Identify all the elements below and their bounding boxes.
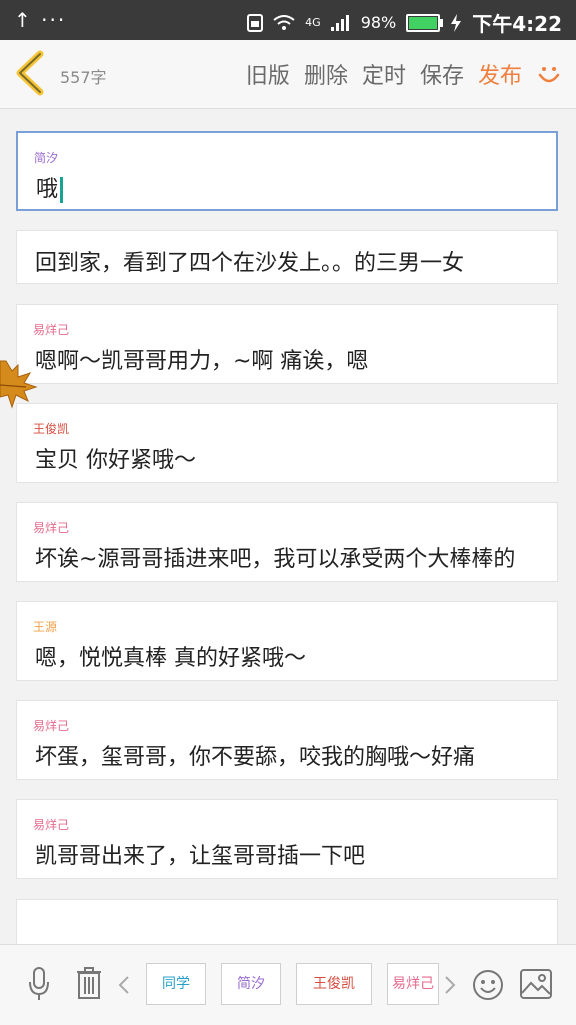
battery-icon	[406, 13, 444, 32]
character-chip[interactable]: 同学	[146, 963, 206, 1005]
wifi-icon	[273, 14, 295, 30]
dialogue-text: 宝贝 你好紧哦～	[35, 448, 196, 473]
publish-button[interactable]: 发布	[478, 58, 522, 90]
maple-leaf-icon	[0, 360, 38, 409]
signal-icon	[330, 14, 349, 31]
character-chip[interactable]: 简汐	[221, 963, 281, 1005]
clock: 下午4:22	[472, 12, 562, 36]
speaker-name: 易烊己	[33, 521, 70, 535]
narration-card[interactable]: 回到家，看到了四个在沙发上。。的三男一女	[16, 230, 558, 284]
smile-icon	[538, 67, 560, 83]
back-arrow-icon[interactable]	[12, 50, 52, 96]
schedule-button[interactable]: 定时	[362, 58, 406, 90]
speaker-name: 易烊己	[33, 323, 70, 337]
chevron-left-icon[interactable]	[118, 975, 130, 995]
status-bar: ↑ ··· 4G 98% 下午4:22	[0, 0, 576, 40]
battery-percent: 98%	[360, 13, 397, 32]
dialogue-card[interactable]: 简汐 哦	[16, 131, 558, 211]
dialogue-card[interactable]: 易烊己 坏诶~源哥哥插进来吧，我可以承受两个大棒棒的	[16, 502, 558, 582]
speaker-name: 王源	[33, 620, 58, 634]
speaker-name: 易烊己	[33, 719, 70, 733]
dialogue-card[interactable]: 易烊己 嗯啊～凯哥哥用力，~啊 痛诶，嗯	[16, 304, 558, 384]
dialogue-text-value: 哦	[36, 177, 59, 202]
script-editor: 简汐 哦 回到家，看到了四个在沙发上。。的三男一女 易烊己 嗯啊～凯哥哥用力，~…	[0, 109, 576, 944]
old-version-button[interactable]: 旧版	[246, 58, 290, 90]
microphone-icon[interactable]	[28, 967, 50, 1001]
dialogue-text: 嗯啊～凯哥哥用力，~啊 痛诶，嗯	[35, 349, 369, 374]
status-left: ↑ ···	[14, 8, 67, 32]
dialogue-text: 凯哥哥出来了，让玺哥哥插一下吧	[35, 844, 366, 869]
trash-icon[interactable]	[76, 967, 102, 999]
narration-text: 回到家，看到了四个在沙发上。。的三男一女	[35, 251, 465, 276]
header-actions: 旧版 删除 定时 保存 发布	[246, 58, 562, 90]
dialogue-card[interactable]: 易烊己 凯哥哥出来了，让玺哥哥插一下吧	[16, 799, 558, 879]
text-cursor	[60, 177, 64, 203]
emoji-icon[interactable]	[472, 969, 504, 1001]
chevron-right-icon[interactable]	[444, 975, 456, 995]
dialogue-text: 嗯，悦悦真棒 真的好紧哦～	[35, 646, 306, 671]
dialogue-card[interactable]: 王源 嗯，悦悦真棒 真的好紧哦～	[16, 601, 558, 681]
speaker-name: 王俊凯	[33, 422, 70, 436]
save-button[interactable]: 保存	[420, 58, 464, 90]
dialogue-card[interactable]: 王俊凯 宝贝 你好紧哦～	[16, 403, 558, 483]
dialogue-text[interactable]: 哦	[36, 171, 64, 203]
bottom-toolbar: 同学 简汐 王俊凯 易烊己	[0, 944, 576, 1025]
character-chip[interactable]: 易烊己	[387, 963, 439, 1005]
dialogue-card[interactable]: 易烊己 坏蛋，玺哥哥，你不要舔，咬我的胸哦～好痛	[16, 700, 558, 780]
image-icon[interactable]	[520, 969, 552, 999]
header-bar: 557字 旧版 删除 定时 保存 发布	[0, 40, 576, 109]
empty-card[interactable]	[16, 899, 558, 944]
dialogue-text: 坏蛋，玺哥哥，你不要舔，咬我的胸哦～好痛	[35, 745, 476, 770]
speaker-name: 简汐	[34, 151, 59, 165]
dialogue-text: 坏诶~源哥哥插进来吧，我可以承受两个大棒棒的	[35, 547, 516, 572]
word-count: 557字	[60, 68, 107, 87]
delete-button[interactable]: 删除	[304, 58, 348, 90]
status-right: 4G 98% 下午4:22	[247, 8, 562, 37]
speaker-name: 易烊己	[33, 818, 70, 832]
character-chip[interactable]: 王俊凯	[296, 963, 372, 1005]
charging-icon	[451, 13, 462, 32]
sim-icon	[247, 13, 264, 32]
network-type: 4G	[305, 16, 321, 29]
